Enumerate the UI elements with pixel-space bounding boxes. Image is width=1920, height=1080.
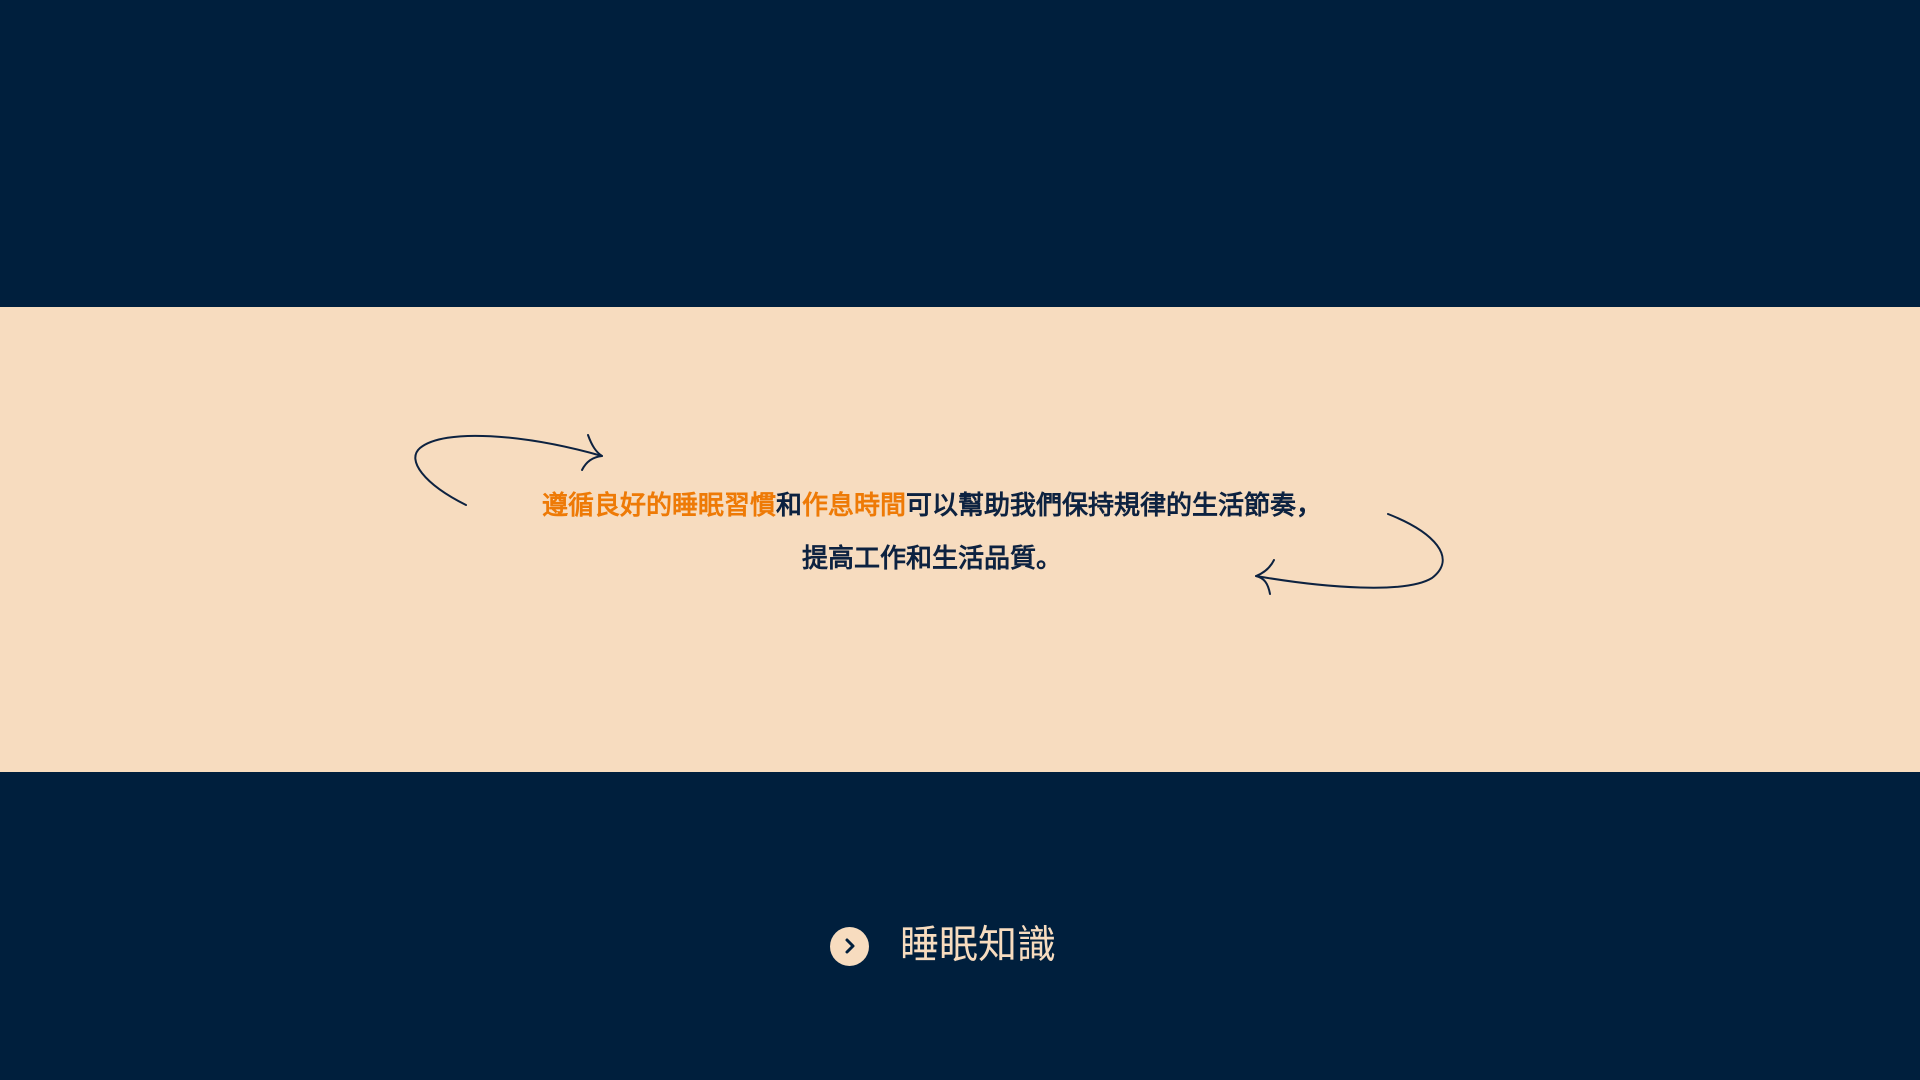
slide-page: 遵循良好的睡眠習慣和作息時間可以幫助我們保持規律的生活節奏， 提高工作和生活品質… [0, 0, 1920, 1080]
chevron-right-icon[interactable] [830, 926, 869, 966]
highlight-schedule: 作息時間 [802, 491, 907, 521]
sleep-knowledge-link[interactable]: 睡眠知識 [830, 918, 1056, 974]
quote-connector: 和 [775, 491, 802, 521]
quote-line-2: 提高工作和生活品質。 [801, 544, 1062, 574]
quote-text: 遵循良好的睡眠習慣和作息時間可以幫助我們保持規律的生活節奏， 提高工作和生活品質… [0, 480, 1864, 586]
sleep-knowledge-label[interactable]: 睡眠知識 [900, 918, 1056, 974]
quote-line-1: 遵循良好的睡眠習慣和作息時間可以幫助我們保持規律的生活節奏， [0, 480, 1864, 533]
highlight-sleep-habits: 遵循良好的睡眠習慣 [541, 491, 776, 521]
quote-line-1-rest: 可以幫助我們保持規律的生活節奏， [906, 491, 1323, 521]
